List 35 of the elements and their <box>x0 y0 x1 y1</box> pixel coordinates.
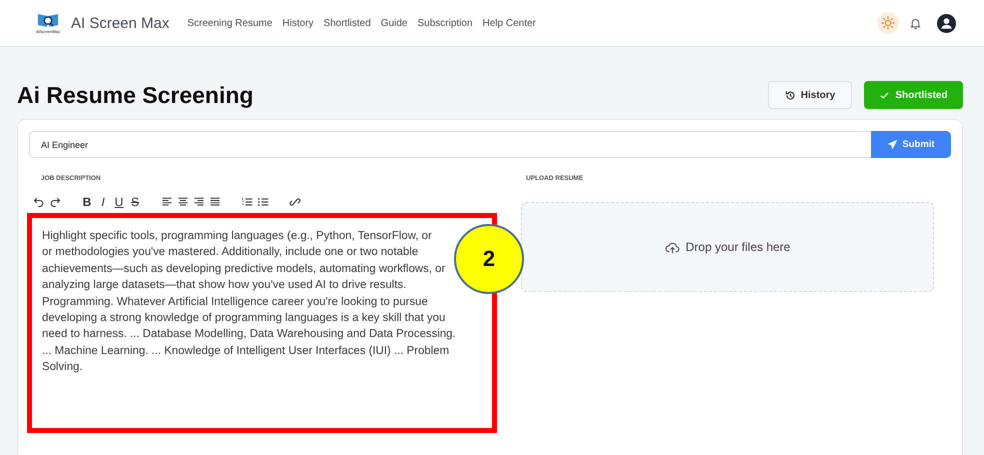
nav-link[interactable]: Screening Resume <box>187 18 272 28</box>
format-button[interactable]: U <box>113 195 125 209</box>
nav-link[interactable]: History <box>282 18 314 28</box>
bullet-list-icon[interactable] <box>257 196 269 208</box>
align-icon[interactable] <box>193 196 205 208</box>
dropzone-text: Drop your files here <box>686 240 790 254</box>
numbered-list-icon[interactable] <box>241 196 253 208</box>
brand-name[interactable]: AI Screen Max <box>71 14 170 32</box>
paper-plane-icon <box>887 139 898 150</box>
format-button[interactable]: I <box>97 195 109 209</box>
nav-link[interactable]: Guide <box>380 18 408 28</box>
job-description-editor[interactable] <box>27 213 497 433</box>
bell-icon[interactable] <box>909 16 922 30</box>
theme-toggle-button[interactable] <box>877 12 899 34</box>
nav-link[interactable]: Subscription <box>417 18 473 28</box>
file-dropzone[interactable]: Drop your files here <box>521 202 934 292</box>
undo-icon[interactable] <box>33 196 45 208</box>
user-avatar-icon[interactable] <box>937 14 956 32</box>
align-icon[interactable] <box>161 196 173 208</box>
history-icon <box>784 90 796 100</box>
job-description-text: Highlight specific tools, programming languages (e.g., Python, TensorFlow, or or methodologies you've mastered. Additionally, include one or two notable achievements—such as developing predictive models, automating workflows, or analyzing large datasets—that show how you've used AI to drive results. Programming. Whatever Artificial Intelligence career you're looking to pursue developing a strong knowledge of programming languages is a key skill that you need to harness. ... Database Modelling, Data Warehousing and Data Processing. ... Machine Learning. ... Knowledge of Intelligent User Interfaces (IUI) ... Problem Solving. <box>42 229 457 376</box>
nav-link[interactable]: Help Center <box>482 18 536 28</box>
book-logo-icon <box>37 12 59 29</box>
redo-icon[interactable] <box>49 196 61 208</box>
format-button[interactable]: B <box>81 195 93 209</box>
job-title-field[interactable]: AI Engineer <box>29 131 871 158</box>
link-icon[interactable] <box>289 196 301 208</box>
align-icon[interactable] <box>177 196 189 208</box>
submit-button[interactable]: Submit <box>871 131 951 158</box>
format-button[interactable]: S <box>129 195 141 209</box>
page-title: Ai Resume Screening <box>17 82 254 108</box>
cloud-upload-icon <box>664 240 680 254</box>
history-button[interactable]: History <box>768 81 852 109</box>
align-icon[interactable] <box>209 196 221 208</box>
nav-link[interactable]: Shortlisted <box>324 18 371 28</box>
